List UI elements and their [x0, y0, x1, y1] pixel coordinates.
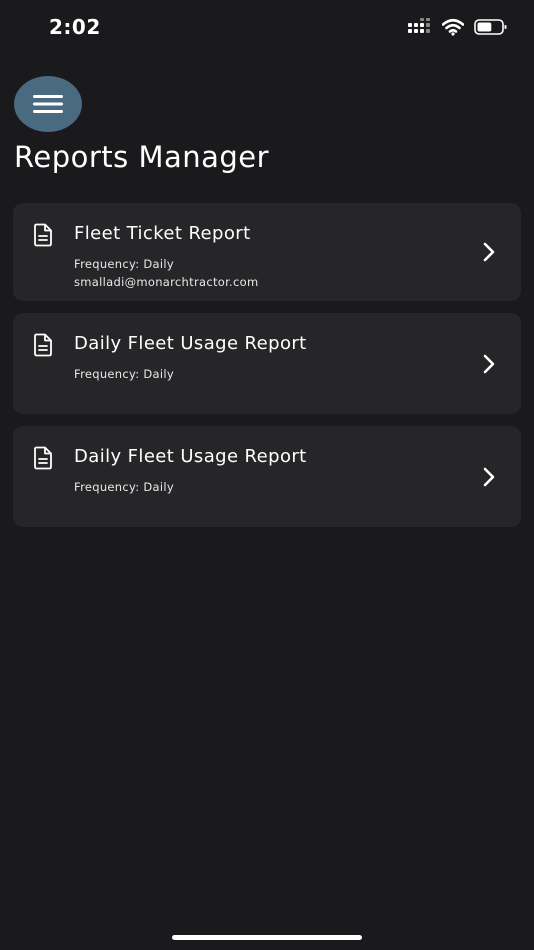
chevron-right-icon[interactable]	[481, 353, 497, 375]
report-card-daily-fleet-usage[interactable]: Daily Fleet Usage Report Frequency: Dail…	[13, 313, 521, 414]
chevron-right-icon[interactable]	[481, 241, 497, 263]
signal-icon	[408, 18, 432, 36]
document-icon	[33, 333, 53, 357]
report-frequency: Frequency: Daily	[74, 367, 175, 381]
status-icons	[408, 18, 508, 36]
home-indicator[interactable]	[172, 935, 362, 940]
report-frequency: Frequency: Daily	[74, 257, 175, 271]
wifi-icon	[442, 18, 464, 36]
hamburger-menu-icon	[33, 94, 63, 114]
page-title: Reports Manager	[14, 140, 270, 174]
report-card-daily-fleet-usage[interactable]: Daily Fleet Usage Report Frequency: Dail…	[13, 426, 521, 527]
status-time: 2:02	[49, 15, 101, 39]
report-title: Daily Fleet Usage Report	[74, 446, 307, 467]
report-title: Fleet Ticket Report	[74, 223, 251, 244]
reports-manager-screen: 2:02 Reports Manager Fleet Ticket Report…	[0, 0, 534, 950]
status-bar: 2:02	[0, 0, 534, 56]
document-icon	[33, 223, 53, 247]
menu-button[interactable]	[14, 76, 82, 132]
report-list: Fleet Ticket Report Frequency: Daily sma…	[13, 203, 521, 539]
chevron-right-icon[interactable]	[481, 466, 497, 488]
document-icon	[33, 446, 53, 470]
report-card-fleet-ticket[interactable]: Fleet Ticket Report Frequency: Daily sma…	[13, 203, 521, 301]
report-frequency: Frequency: Daily	[74, 480, 175, 494]
report-title: Daily Fleet Usage Report	[74, 333, 307, 354]
battery-icon	[474, 18, 508, 36]
report-email: smalladi@monarchtractor.com	[74, 275, 259, 289]
